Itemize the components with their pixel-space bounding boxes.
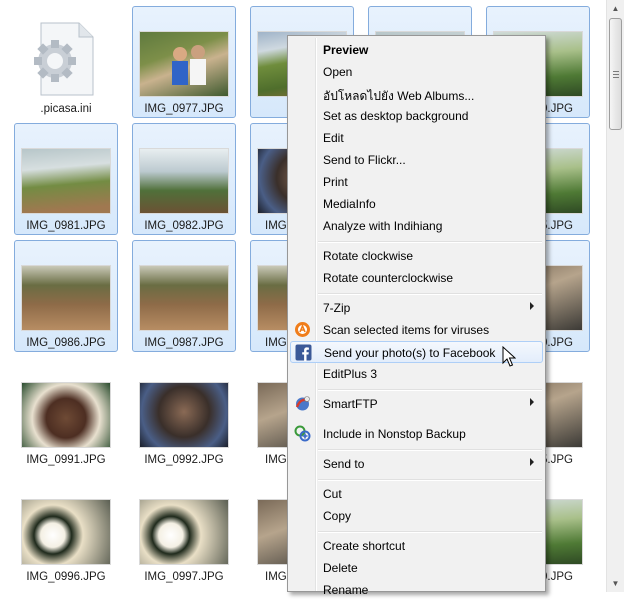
menu-item-upload-web-albums[interactable]: อัปโหลดไปยัง Web Albums... bbox=[290, 83, 543, 105]
menu-item-label: Scan selected items for viruses bbox=[323, 323, 490, 337]
photo-thumbnail bbox=[139, 31, 229, 97]
photo-thumbnail bbox=[21, 265, 111, 331]
menu-item-label: SmartFTP bbox=[323, 397, 378, 411]
file-tile-img-0986[interactable]: IMG_0986.JPG bbox=[14, 240, 118, 352]
grip-line bbox=[613, 74, 619, 75]
menu-item-preview[interactable]: Preview bbox=[290, 39, 543, 61]
grip-line bbox=[613, 71, 619, 72]
menu-item-label: Rotate clockwise bbox=[323, 249, 414, 263]
scroll-up-arrow-icon[interactable]: ▲ bbox=[607, 0, 624, 17]
menu-item-label: Analyze with Indihiang bbox=[323, 219, 443, 233]
menu-separator bbox=[318, 531, 542, 533]
file-name: IMG_0996.JPG bbox=[26, 571, 106, 583]
menu-item-label: Rotate counterclockwise bbox=[323, 271, 454, 285]
vertical-scrollbar[interactable]: ▲ ▼ bbox=[606, 0, 624, 592]
menu-item-copy[interactable]: Copy bbox=[290, 505, 543, 527]
submenu-arrow-icon bbox=[530, 398, 534, 406]
photo-thumbnail bbox=[139, 148, 229, 214]
scrollbar-thumb[interactable] bbox=[609, 18, 622, 130]
file-tile-img-0992[interactable]: IMG_0992.JPG bbox=[132, 357, 236, 469]
menu-item-label: EditPlus 3 bbox=[323, 367, 378, 381]
menu-separator bbox=[318, 293, 542, 295]
mouse-cursor-icon bbox=[502, 346, 516, 367]
facebook-icon bbox=[295, 344, 312, 361]
menu-item-open[interactable]: Open bbox=[290, 61, 543, 83]
menu-item-label: Copy bbox=[323, 509, 352, 523]
file-tile-picasa-ini[interactable]: .picasa.ini bbox=[14, 6, 118, 118]
menu-item-label: Edit bbox=[323, 131, 344, 145]
photo-thumbnail bbox=[139, 499, 229, 565]
menu-item-analyze-indihiang[interactable]: Analyze with Indihiang bbox=[290, 215, 543, 237]
menu-item-label: อัปโหลดไปยัง Web Albums... bbox=[323, 89, 475, 103]
menu-item-set-desktop-background[interactable]: Set as desktop background bbox=[290, 105, 543, 127]
menu-item-label: Print bbox=[323, 175, 348, 189]
menu-item-label: Preview bbox=[323, 43, 369, 57]
menu-item-smartftp[interactable]: SmartFTP bbox=[290, 393, 543, 415]
submenu-arrow-icon bbox=[530, 458, 534, 466]
file-name: IMG_0997.JPG bbox=[144, 571, 224, 583]
menu-item-label: Set as desktop background bbox=[323, 109, 469, 123]
file-tile-img-0981[interactable]: IMG_0981.JPG bbox=[14, 123, 118, 235]
menu-item-label: Rename bbox=[323, 583, 369, 597]
file-tile-img-0977[interactable]: IMG_0977.JPG bbox=[132, 6, 236, 118]
menu-item-7zip[interactable]: 7-Zip bbox=[290, 297, 543, 319]
photo-thumbnail bbox=[21, 499, 111, 565]
menu-item-create-shortcut[interactable]: Create shortcut bbox=[290, 535, 543, 557]
menu-item-rotate-counterclockwise[interactable]: Rotate counterclockwise bbox=[290, 267, 543, 289]
file-tile-img-0996[interactable]: IMG_0996.JPG bbox=[14, 474, 118, 586]
file-tile-img-0982[interactable]: IMG_0982.JPG bbox=[132, 123, 236, 235]
file-name: IMG_0992.JPG bbox=[144, 454, 224, 466]
menu-item-label: MediaInfo bbox=[323, 197, 376, 211]
photo-thumbnail bbox=[139, 265, 229, 331]
menu-item-label: Open bbox=[323, 65, 353, 79]
menu-item-cut[interactable]: Cut bbox=[290, 483, 543, 505]
menu-item-label: Send to Flickr... bbox=[323, 153, 406, 167]
menu-item-rename[interactable]: Rename bbox=[290, 579, 543, 601]
file-tile-img-0987[interactable]: IMG_0987.JPG bbox=[132, 240, 236, 352]
menu-item-label: Create shortcut bbox=[323, 539, 406, 553]
menu-item-send-to-flickr[interactable]: Send to Flickr... bbox=[290, 149, 543, 171]
avast-icon bbox=[295, 322, 310, 337]
file-name: IMG_0982.JPG bbox=[144, 220, 224, 232]
file-name: IMG_0987.JPG bbox=[144, 337, 224, 349]
menu-item-label: 7-Zip bbox=[323, 301, 351, 315]
photo-thumbnail bbox=[21, 148, 111, 214]
people-photo-figure bbox=[172, 45, 206, 85]
menu-item-label: Send your photo(s) to Facebook bbox=[324, 346, 496, 360]
menu-item-delete[interactable]: Delete bbox=[290, 557, 543, 579]
file-name: .picasa.ini bbox=[40, 103, 92, 115]
photo-thumbnail bbox=[21, 382, 111, 448]
file-tile-img-0991[interactable]: IMG_0991.JPG bbox=[14, 357, 118, 469]
smartftp-icon bbox=[295, 396, 310, 411]
scroll-down-arrow-icon[interactable]: ▼ bbox=[607, 575, 624, 592]
submenu-arrow-icon bbox=[530, 302, 534, 310]
menu-item-send-to[interactable]: Send to bbox=[290, 453, 543, 475]
file-name: IMG_0991.JPG bbox=[26, 454, 106, 466]
nonstop-backup-icon bbox=[294, 425, 311, 442]
file-name: IMG_0981.JPG bbox=[26, 220, 106, 232]
menu-item-nonstop-backup[interactable]: Include in Nonstop Backup bbox=[290, 423, 543, 445]
file-name: IMG_0977.JPG bbox=[144, 103, 224, 115]
menu-item-edit[interactable]: Edit bbox=[290, 127, 543, 149]
photo-thumbnail bbox=[139, 382, 229, 448]
menu-item-label: Include in Nonstop Backup bbox=[323, 427, 466, 441]
menu-item-label: Send to bbox=[323, 457, 365, 471]
settings-file-icon bbox=[34, 22, 94, 96]
menu-item-mediainfo[interactable]: MediaInfo bbox=[290, 193, 543, 215]
menu-item-label: Cut bbox=[323, 487, 342, 501]
menu-item-scan-viruses[interactable]: Scan selected items for viruses bbox=[290, 319, 543, 341]
menu-separator bbox=[318, 479, 542, 481]
menu-separator bbox=[318, 241, 542, 243]
menu-separator bbox=[318, 449, 542, 451]
context-menu: Preview Open อัปโหลดไปยัง Web Albums... … bbox=[287, 35, 546, 597]
menu-separator bbox=[318, 389, 542, 391]
grip-line bbox=[613, 77, 619, 78]
file-name: IMG_0986.JPG bbox=[26, 337, 106, 349]
file-tile-img-0997[interactable]: IMG_0997.JPG bbox=[132, 474, 236, 586]
menu-item-label: Delete bbox=[323, 561, 358, 575]
menu-item-rotate-clockwise[interactable]: Rotate clockwise bbox=[290, 245, 543, 267]
menu-item-print[interactable]: Print bbox=[290, 171, 543, 193]
